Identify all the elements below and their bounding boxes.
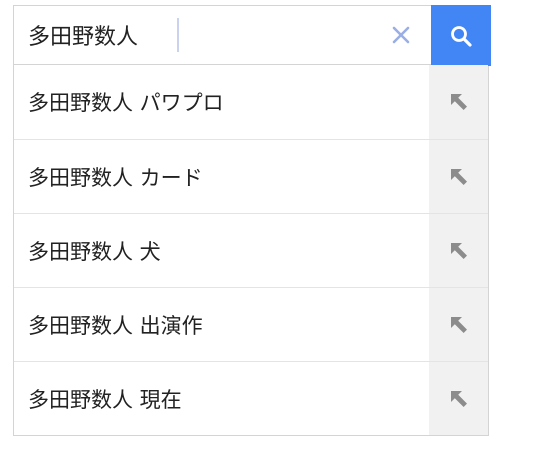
suggestion-text: 多田野数人 パワプロ [28,91,224,115]
fill-query-button[interactable] [429,288,488,361]
suggestion-list: 多田野数人 パワプロ 多田野数人 カード 多田野数人 犬 多田野数人 出演作 多… [13,65,489,436]
arrow-up-left-icon [450,390,467,407]
search-input[interactable] [14,6,414,64]
arrow-up-left-icon [450,316,467,333]
search-bar [13,5,491,66]
suggestion-item[interactable]: 多田野数人 カード [14,139,488,213]
suggestion-item[interactable]: 多田野数人 出演作 [14,287,488,361]
fill-query-button[interactable] [429,362,488,435]
arrow-up-left-icon [450,168,467,185]
search-icon [451,25,472,47]
fill-query-button[interactable] [429,214,488,287]
suggestion-item[interactable]: 多田野数人 犬 [14,213,488,287]
suggestion-text: 多田野数人 犬 [28,239,161,264]
text-caret [177,18,179,52]
fill-query-button[interactable] [429,65,488,139]
clear-button[interactable] [386,20,416,50]
suggestion-text: 多田野数人 現在 [28,387,182,412]
suggestion-text: 多田野数人 カード [28,165,203,190]
search-button[interactable] [431,5,491,66]
fill-query-button[interactable] [429,140,488,213]
search-widget: 多田野数人 パワプロ 多田野数人 カード 多田野数人 犬 [13,5,491,436]
suggestion-text: 多田野数人 出演作 [28,313,203,338]
suggestion-item[interactable]: 多田野数人 パワプロ [14,65,488,139]
suggestion-item[interactable]: 多田野数人 現在 [14,361,488,435]
arrow-up-left-icon [450,242,467,259]
close-icon [392,26,410,44]
arrow-up-left-icon [450,94,467,110]
